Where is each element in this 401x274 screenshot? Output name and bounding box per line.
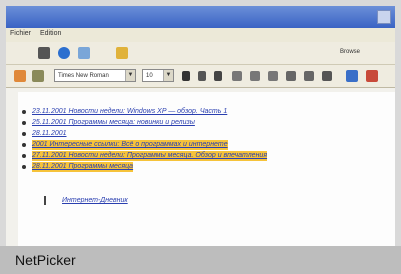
underline-icon[interactable] — [214, 71, 222, 81]
menu-edit[interactable]: Edition — [40, 30, 61, 37]
folder-icon[interactable] — [116, 47, 128, 59]
insert-image-icon[interactable] — [346, 70, 358, 82]
app-screenshot: Fichier Edition Browse Times New Roman ▼… — [6, 6, 395, 246]
format-toolbar: Times New Roman ▼ 10 ▼ — [6, 65, 395, 88]
font-family-value: Times New Roman — [58, 73, 109, 79]
caption-label: NetPicker — [15, 252, 76, 268]
back-icon[interactable] — [58, 47, 70, 59]
document-area[interactable]: 23.11.2001 Новости недели: Windows XP — … — [18, 92, 395, 246]
main-toolbar: Browse — [6, 42, 395, 65]
list-bullet — [22, 154, 26, 158]
forward-icon[interactable] — [78, 47, 90, 59]
window-titlebar — [6, 6, 395, 28]
style-icon[interactable] — [14, 70, 26, 82]
menu-bar: Fichier Edition — [6, 28, 395, 42]
menu-file[interactable]: Fichier — [10, 30, 31, 37]
list-item[interactable]: 28.11.2001 — [32, 129, 67, 139]
chevron-down-icon: ▼ — [125, 70, 135, 81]
list-item-highlighted[interactable]: 28.11.2001 Программы месяца — [32, 162, 134, 172]
list-item-highlighted[interactable]: 27.11.2001 Новости недели: Программы мес… — [32, 151, 268, 161]
bold-icon[interactable] — [182, 71, 190, 81]
font-family-select[interactable]: Times New Roman ▼ — [54, 69, 136, 82]
list-item[interactable]: 25.11.2001 Программы месяца: новинки и р… — [32, 118, 195, 128]
list-bullet — [22, 110, 26, 114]
list-item[interactable]: 23.11.2001 Новости недели: Windows XP — … — [32, 107, 227, 117]
text-cursor — [44, 196, 46, 205]
list-bullet — [22, 132, 26, 136]
list-item[interactable]: Интернет-Дневник — [62, 196, 128, 206]
italic-icon[interactable] — [198, 71, 206, 81]
list-bullet — [22, 121, 26, 125]
align-right-icon[interactable] — [268, 71, 278, 81]
chevron-down-icon: ▼ — [163, 70, 173, 81]
align-left-icon[interactable] — [232, 71, 242, 81]
tools-icon[interactable] — [32, 70, 44, 82]
list-bullet — [22, 143, 26, 147]
outdent-icon[interactable] — [322, 71, 332, 81]
align-center-icon[interactable] — [250, 71, 260, 81]
browse-label[interactable]: Browse — [340, 49, 360, 55]
font-size-value: 10 — [146, 73, 153, 79]
save-icon[interactable] — [38, 47, 50, 59]
figure-caption: NetPicker — [0, 246, 401, 274]
list-item-highlighted[interactable]: 2001 Интересные ссылки: Всё о программах… — [32, 140, 228, 150]
font-size-select[interactable]: 10 ▼ — [142, 69, 174, 82]
figure-frame: Fichier Edition Browse Times New Roman ▼… — [0, 0, 401, 274]
indent-icon[interactable] — [304, 71, 314, 81]
insert-link-icon[interactable] — [366, 70, 378, 82]
close-window-icon[interactable] — [377, 10, 391, 24]
list-icon[interactable] — [286, 71, 296, 81]
list-bullet — [22, 165, 26, 169]
